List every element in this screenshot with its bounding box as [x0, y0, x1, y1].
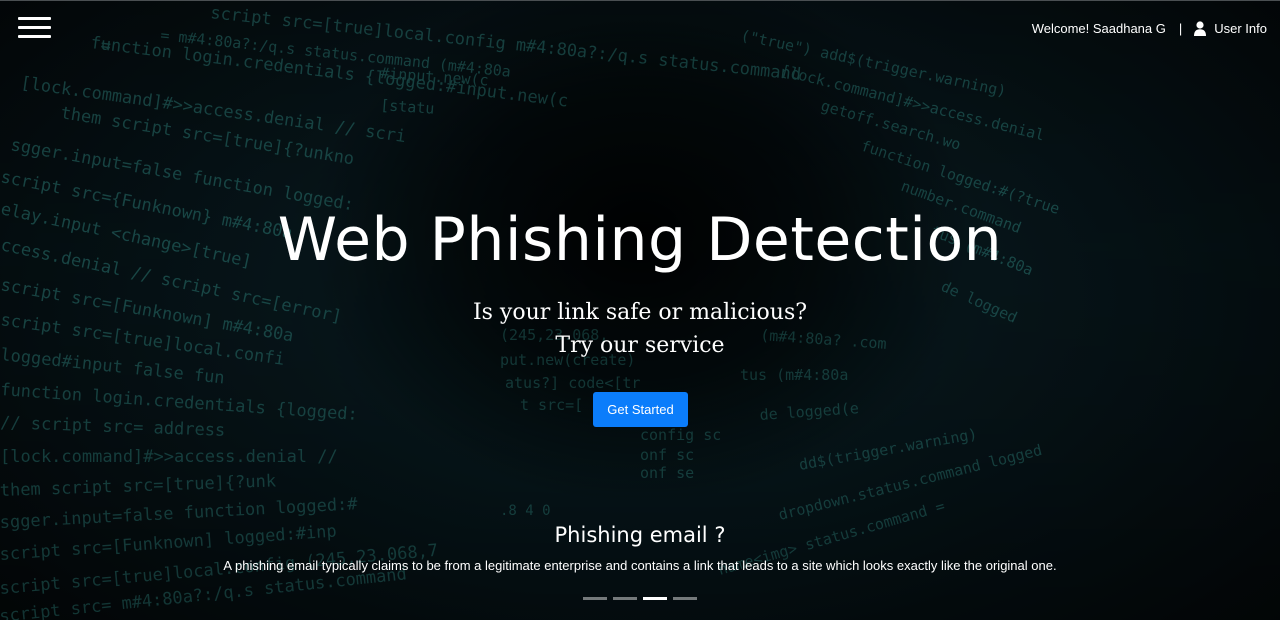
- carousel-indicator[interactable]: [643, 597, 667, 600]
- user-area: Welcome! Saadhana G | User Info: [1032, 21, 1267, 36]
- svg-text:// script src= address: // script src= address: [0, 413, 226, 441]
- svg-text:onf se: onf se: [640, 464, 694, 482]
- svg-text:atus?] code<[tr: atus?] code<[tr: [505, 374, 640, 392]
- svg-text:[lock.command]#>>access.denial: [lock.command]#>>access.denial //: [0, 447, 338, 467]
- hero-subtitle: Is your link safe or malicious? Try our …: [0, 296, 1280, 362]
- svg-text:[statu: [statu: [380, 96, 435, 118]
- hero-section: = script src=[true]local.config m#4:80a?…: [0, 0, 1280, 620]
- svg-text:config sc: config sc: [640, 426, 721, 444]
- svg-text:t src=[: t src=[: [520, 396, 583, 414]
- svg-text:dd$(trigger.warning): dd$(trigger.warning): [798, 425, 979, 474]
- user-info-link[interactable]: User Info: [1194, 21, 1267, 36]
- svg-text:#input.new(c: #input.new(c: [380, 64, 489, 90]
- svg-text:de logged(e: de logged(e: [759, 399, 859, 424]
- svg-text:[lock.command]#>>access.denial: [lock.command]#>>access.denial // scri: [19, 73, 407, 147]
- svg-text:getoff.search.wo: getoff.search.wo: [819, 97, 963, 154]
- carousel-caption-text: A phishing email typically claims to be …: [223, 558, 1057, 573]
- subtitle-line-2: Try our service: [555, 333, 725, 358]
- user-info-label: User Info: [1214, 21, 1267, 36]
- svg-text:onf sc: onf sc: [640, 446, 694, 464]
- user-icon: [1194, 21, 1207, 36]
- welcome-message: Welcome! Saadhana G: [1031, 21, 1166, 36]
- page-title: Web Phishing Detection: [277, 205, 1003, 275]
- svg-text:tus (m#4:80a: tus (m#4:80a: [740, 366, 848, 384]
- menu-bar-line: [18, 26, 51, 29]
- carousel-indicator[interactable]: [613, 597, 637, 600]
- svg-text:them script src=[true]{?unk: them script src=[true]{?unk: [0, 471, 276, 501]
- subtitle-line-1: Is your link safe or malicious?: [472, 300, 808, 325]
- svg-text:them script src=[true]{?unkno: them script src=[true]{?unkno: [59, 103, 355, 169]
- hamburger-menu-icon[interactable]: [18, 16, 51, 40]
- menu-bar-line: [18, 35, 51, 38]
- carousel-indicators: [583, 597, 703, 600]
- menu-bar-line: [18, 17, 51, 20]
- svg-text:dropdown.status.command logged: dropdown.status.command logged: [777, 441, 1044, 524]
- top-navbar: Welcome! Saadhana G | User Info: [0, 0, 1280, 57]
- svg-text:.8 4 0: .8 4 0: [500, 503, 551, 519]
- get-started-button[interactable]: Get Started: [593, 392, 688, 427]
- carousel-indicator[interactable]: [673, 597, 697, 600]
- svg-text:[lock.command]#>>access.denial: [lock.command]#>>access.denial: [779, 61, 1046, 144]
- header-separator: |: [1178, 21, 1183, 36]
- carousel-indicator[interactable]: [583, 597, 607, 600]
- carousel-caption-title: Phishing email ?: [554, 523, 726, 547]
- svg-text:function login.credentials {lo: function login.credentials {logged:: [0, 380, 358, 425]
